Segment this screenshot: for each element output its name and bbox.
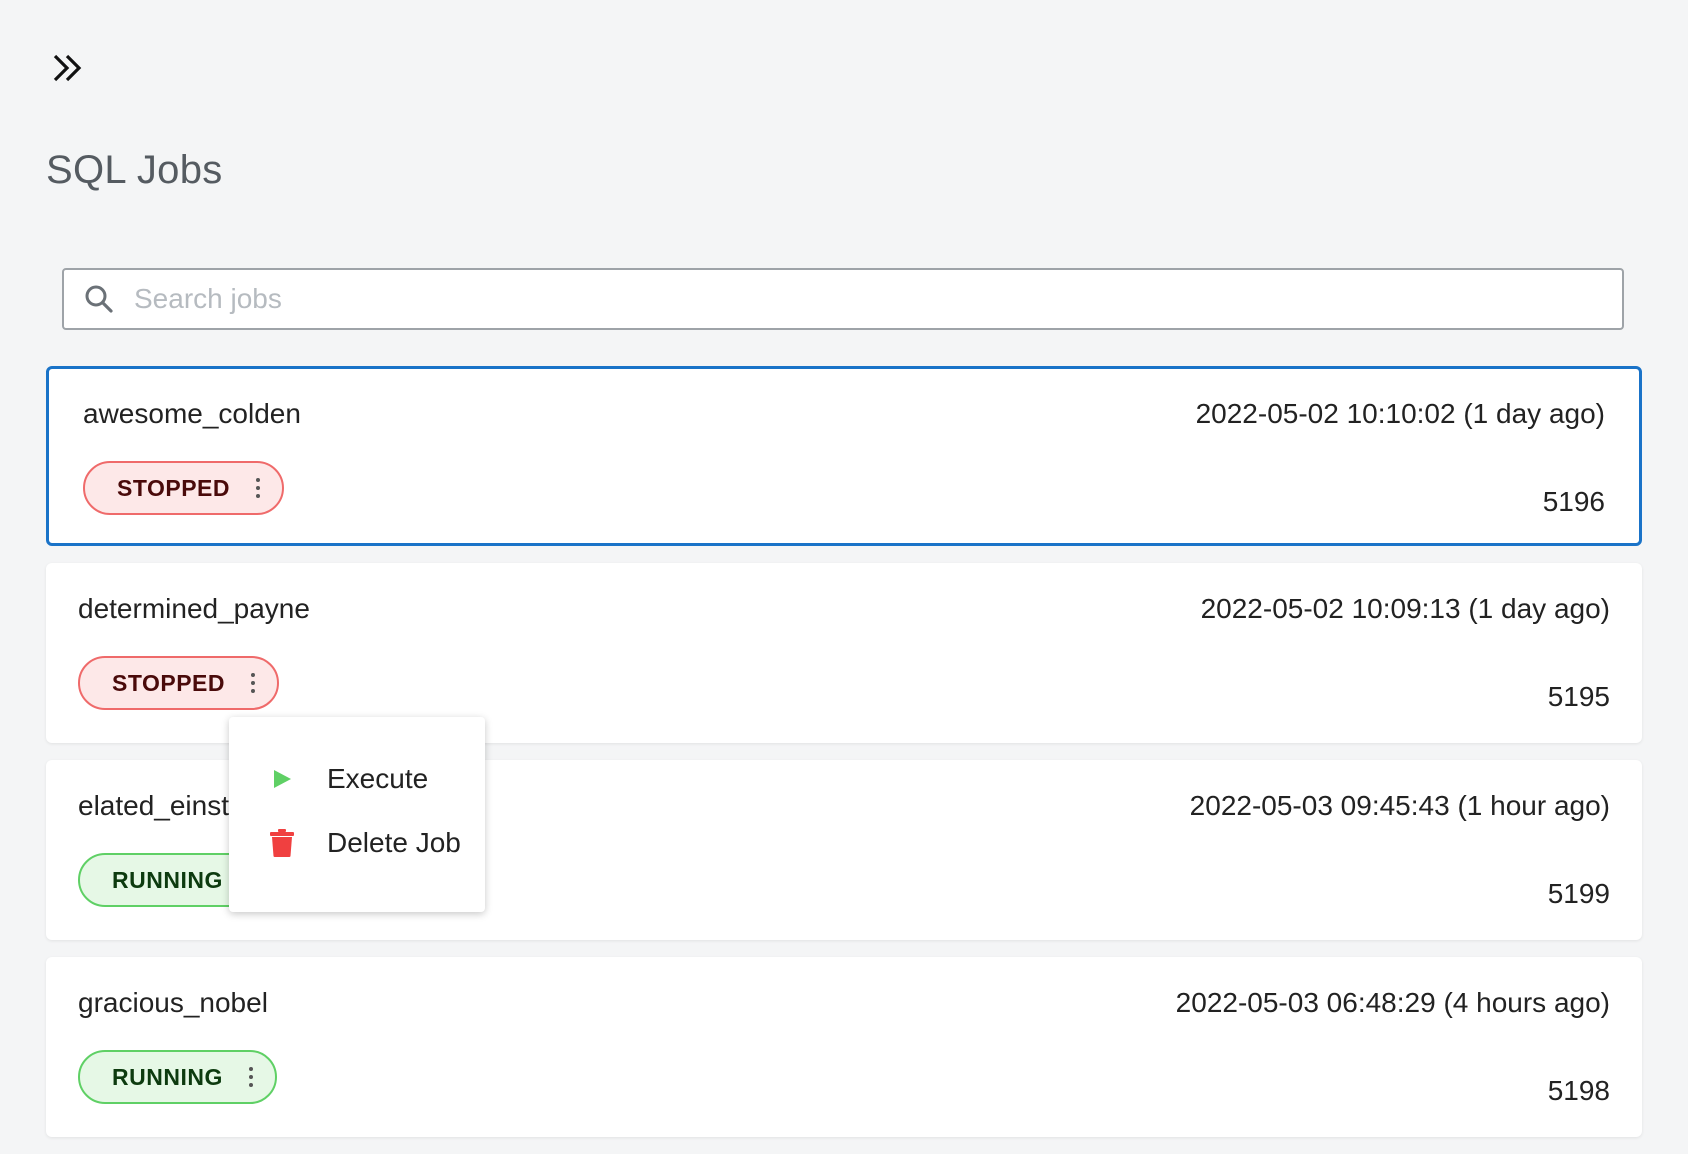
page-title: SQL Jobs — [46, 148, 223, 192]
job-id: 5198 — [1547, 1075, 1610, 1106]
job-card[interactable]: determined_payne 2022-05-02 10:09:13 (1 … — [46, 563, 1642, 743]
more-vertical-icon — [248, 468, 268, 508]
status-label: RUNNING — [112, 866, 223, 893]
job-name: determined_payne — [78, 593, 310, 624]
job-timestamp: 2022-05-03 09:45:43 (1 hour ago) — [1189, 790, 1610, 821]
search-icon — [82, 282, 116, 316]
menu-item-label: Execute — [327, 763, 429, 794]
job-name: elated_einst — [78, 790, 230, 821]
job-timestamp: 2022-05-02 10:10:02 (1 day ago) — [1195, 398, 1605, 429]
job-timestamp: 2022-05-02 10:09:13 (1 day ago) — [1200, 593, 1610, 624]
job-card[interactable]: awesome_colden 2022-05-02 10:10:02 (1 da… — [46, 366, 1642, 546]
status-badge-menu-button[interactable]: RUNNING — [78, 1050, 277, 1104]
more-vertical-icon — [243, 663, 263, 703]
more-vertical-icon — [241, 1057, 261, 1097]
status-label: STOPPED — [117, 474, 230, 501]
play-icon — [267, 764, 297, 794]
trash-icon — [267, 828, 297, 858]
menu-item-execute[interactable]: Execute — [229, 747, 485, 811]
menu-item-label: Delete Job — [327, 827, 461, 858]
expand-sidebar-button[interactable] — [48, 48, 88, 88]
job-id: 5196 — [1542, 486, 1605, 517]
double-chevron-right-icon — [53, 54, 82, 82]
status-label: STOPPED — [112, 669, 225, 696]
status-badge-menu-button[interactable]: STOPPED — [78, 656, 279, 710]
status-label: RUNNING — [112, 1063, 223, 1090]
job-name: gracious_nobel — [78, 987, 268, 1018]
job-id: 5199 — [1547, 878, 1610, 909]
search-box[interactable] — [62, 268, 1624, 330]
job-timestamp: 2022-05-03 06:48:29 (4 hours ago) — [1175, 987, 1610, 1018]
search-input[interactable] — [132, 269, 1622, 329]
job-card[interactable]: gracious_nobel 2022-05-03 06:48:29 (4 ho… — [46, 957, 1642, 1137]
job-id: 5195 — [1547, 681, 1610, 712]
job-context-menu: Execute Delete Job — [229, 717, 485, 912]
status-badge-menu-button[interactable]: STOPPED — [83, 461, 284, 515]
menu-item-delete-job[interactable]: Delete Job — [229, 811, 485, 875]
job-name: awesome_colden — [83, 398, 301, 429]
